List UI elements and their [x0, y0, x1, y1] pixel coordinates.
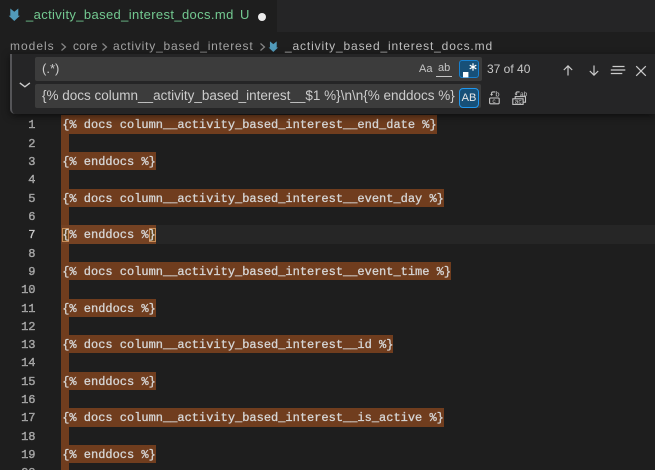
svg-text:b: b — [495, 89, 499, 98]
svg-text:ac: ac — [515, 99, 523, 106]
